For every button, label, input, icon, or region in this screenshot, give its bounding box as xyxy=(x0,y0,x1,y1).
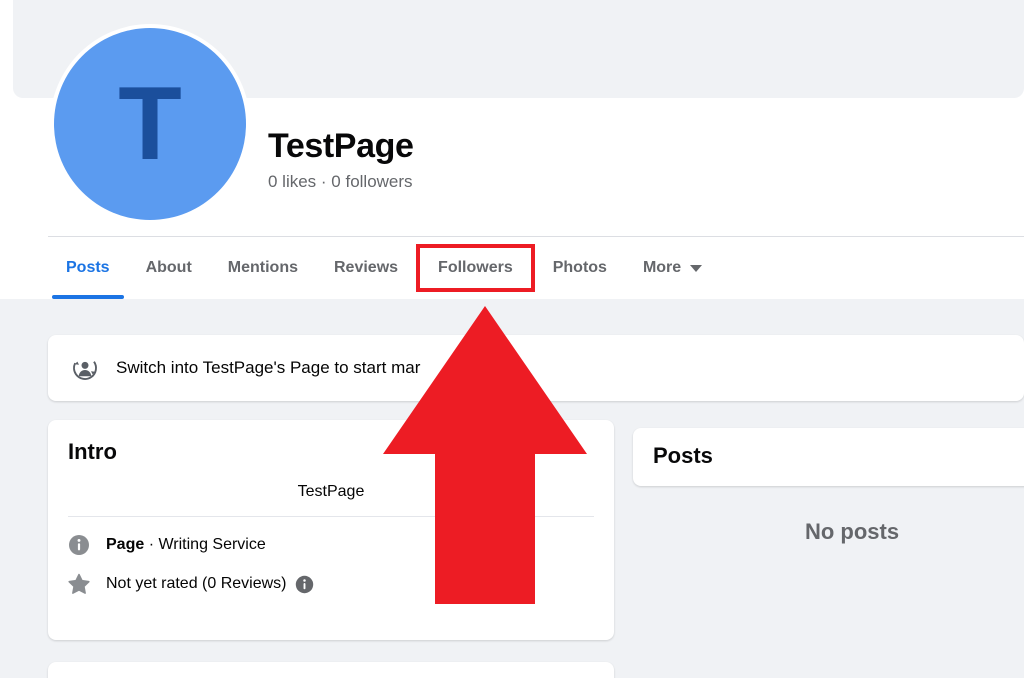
intro-row-rating-text: Not yet rated (0 Reviews) xyxy=(106,575,287,592)
intro-row-category-bold: Page xyxy=(106,536,145,553)
intro-row-category: Page · Writing Service xyxy=(68,534,594,556)
chevron-down-icon xyxy=(690,264,703,272)
tab-more-label: More xyxy=(642,259,682,276)
info-icon[interactable] xyxy=(295,575,314,594)
tab-mentions-label: Mentions xyxy=(227,259,298,276)
tab-reviews[interactable]: Reviews xyxy=(316,237,416,299)
intro-card-subtitle: TestPage xyxy=(297,483,365,500)
tab-photos[interactable]: Photos xyxy=(535,237,625,299)
tab-followers-label: Followers xyxy=(438,258,513,276)
avatar[interactable]: T xyxy=(50,24,250,224)
info-icon xyxy=(68,534,90,556)
tab-mentions[interactable]: Mentions xyxy=(210,237,316,299)
intro-card: Intro TestPage Page · Writing Service No… xyxy=(48,420,614,640)
posts-empty-state: No posts xyxy=(804,519,900,544)
page-stats: 0 likes · 0 followers xyxy=(268,172,413,191)
intro-row-category-rest: · Writing Service xyxy=(144,536,266,553)
tab-posts-label: Posts xyxy=(66,259,110,276)
tab-photos-label: Photos xyxy=(552,259,607,276)
posts-panel-header: Posts xyxy=(633,428,1024,486)
intro-card-title: Intro xyxy=(68,439,117,464)
tab-about[interactable]: About xyxy=(128,237,210,299)
intro-row-category-text: Page · Writing Service xyxy=(106,534,266,556)
tab-reviews-label: Reviews xyxy=(334,259,399,276)
star-icon xyxy=(68,573,90,595)
tab-posts[interactable]: Posts xyxy=(48,237,128,299)
switch-page-banner[interactable]: Switch into TestPage's Page to start mar xyxy=(48,335,1024,401)
tab-more[interactable]: More xyxy=(625,237,720,299)
tab-about-label: About xyxy=(145,259,192,276)
switch-account-icon xyxy=(72,355,98,381)
tab-followers[interactable]: Followers xyxy=(416,243,535,292)
page-title: TestPage xyxy=(268,127,414,165)
switch-page-banner-text: Switch into TestPage's Page to start mar xyxy=(116,358,421,377)
posts-panel-title: Posts xyxy=(653,443,713,468)
avatar-letter: T xyxy=(54,28,246,220)
intro-row-rating: Not yet rated (0 Reviews) xyxy=(68,573,594,595)
secondary-left-card xyxy=(48,662,614,678)
facebook-page-screen: T TestPage 0 likes · 0 followers Posts A… xyxy=(0,0,1024,678)
page-identity: TestPage 0 likes · 0 followers xyxy=(268,126,728,193)
page-tab-bar: Posts About Mentions Reviews Followers P… xyxy=(48,237,720,299)
intro-card-divider xyxy=(68,516,594,517)
